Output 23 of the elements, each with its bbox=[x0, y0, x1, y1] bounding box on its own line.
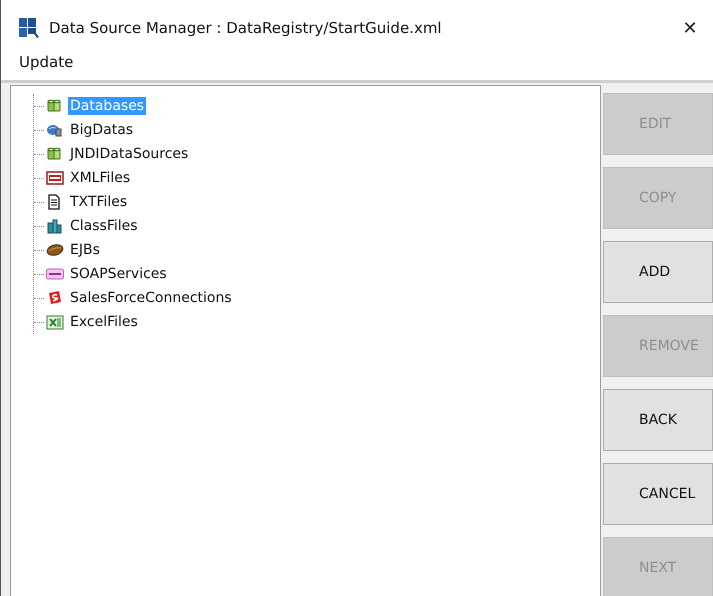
building-blocks-icon bbox=[46, 218, 64, 234]
tree-item[interactable]: SOAPServices bbox=[68, 265, 169, 283]
action-button[interactable]: CANCEL bbox=[603, 463, 713, 525]
tree-item[interactable]: SalesForceConnections bbox=[68, 289, 234, 307]
app-logo-icon bbox=[18, 17, 40, 39]
bean-icon bbox=[46, 242, 64, 258]
tree-item[interactable]: BigDatas bbox=[68, 121, 136, 139]
globe-server-icon bbox=[46, 122, 64, 138]
tree-item[interactable]: EJBs bbox=[68, 241, 102, 259]
s-badge-icon bbox=[46, 290, 64, 306]
tree-item[interactable]: TXTFiles bbox=[68, 193, 130, 211]
xml-file-icon bbox=[46, 170, 64, 186]
window-title: Data Source Manager : DataRegistry/StartGuide.xml bbox=[49, 19, 442, 37]
spreadsheet-icon bbox=[46, 314, 64, 330]
action-button[interactable]: ADD bbox=[603, 241, 713, 303]
tree-item[interactable]: XMLFiles bbox=[68, 169, 132, 187]
soap-badge-icon bbox=[46, 266, 64, 282]
close-button[interactable]: ✕ bbox=[667, 12, 713, 44]
tree-item[interactable]: ClassFiles bbox=[68, 217, 140, 235]
tree-item[interactable]: ExcelFiles bbox=[68, 313, 140, 331]
tree-item[interactable]: JNDIDataSources bbox=[68, 145, 190, 163]
action-button[interactable]: BACK bbox=[603, 389, 713, 451]
menu-item[interactable]: Update bbox=[19, 53, 74, 71]
